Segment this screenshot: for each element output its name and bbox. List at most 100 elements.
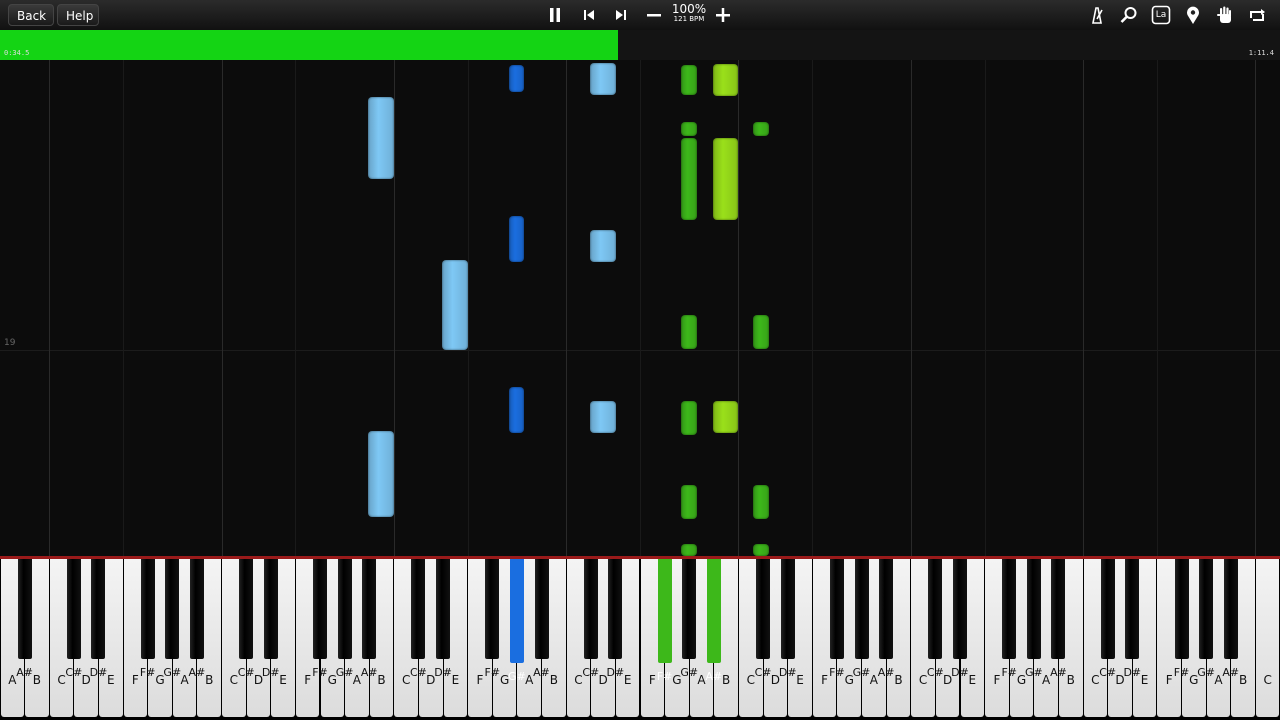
loop-icon[interactable] (1247, 5, 1267, 25)
skip-forward-icon[interactable] (612, 6, 630, 24)
black-key[interactable]: D# (607, 559, 624, 679)
song-progress-bar[interactable]: 0:34.5 1:11.4 (0, 30, 1280, 60)
black-key-pressed[interactable]: G# (508, 559, 526, 683)
black-key-label: D# (89, 666, 108, 679)
black-key[interactable]: C# (582, 559, 599, 679)
location-pin-icon[interactable] (1183, 5, 1203, 25)
black-key-label: D# (778, 666, 797, 679)
octave-guide-line (295, 60, 296, 556)
black-key-label: C# (926, 666, 944, 679)
black-key[interactable]: D# (951, 559, 969, 679)
hand-icon[interactable] (1215, 5, 1235, 25)
label-icon[interactable]: La (1151, 5, 1171, 25)
octave-guide-line (985, 60, 986, 556)
metronome-icon[interactable] (1087, 5, 1107, 25)
skip-back-icon[interactable] (580, 6, 598, 24)
measure-number: 19 (4, 338, 16, 348)
black-key[interactable]: F# (1174, 559, 1189, 679)
black-key[interactable]: C# (1099, 559, 1116, 679)
black-key[interactable]: D# (90, 559, 107, 679)
falling-note (713, 401, 738, 433)
black-key-label: A# (877, 666, 895, 679)
label-icon-text: La (1155, 10, 1167, 20)
black-key[interactable]: F# (485, 559, 500, 679)
black-key-label: G# (680, 666, 699, 679)
black-key-label: G# (852, 666, 871, 679)
black-key[interactable]: G# (1025, 559, 1043, 679)
back-button[interactable]: Back (8, 4, 54, 26)
speed-display: 100% 121 BPM (670, 3, 708, 24)
black-key-label: C# (410, 666, 427, 679)
black-key-label: C# (237, 666, 255, 679)
black-key-label: A# (1222, 666, 1240, 679)
black-key[interactable]: D# (779, 559, 797, 679)
falling-note (753, 315, 769, 349)
progress-fill (0, 30, 619, 60)
white-key-label: C (1263, 673, 1272, 687)
black-key[interactable]: G# (163, 559, 181, 679)
black-key[interactable]: G# (680, 559, 698, 679)
black-key[interactable]: A# (878, 559, 895, 679)
white-key[interactable]: C (1255, 559, 1280, 717)
octave-guide-line (222, 60, 223, 556)
falling-note (681, 401, 697, 435)
black-key[interactable]: F# (140, 559, 155, 679)
black-key[interactable]: F# (829, 559, 845, 679)
falling-note (681, 138, 697, 220)
speed-percent: 100% (671, 2, 707, 16)
black-key-label: G# (508, 670, 526, 683)
black-key[interactable]: G# (336, 559, 353, 679)
total-time: 1:11.4 (1248, 49, 1274, 57)
black-key[interactable]: F# (1001, 559, 1017, 679)
falling-note (681, 122, 697, 136)
falling-note (368, 431, 394, 517)
falling-note (753, 485, 769, 519)
black-key[interactable]: C# (755, 559, 772, 679)
black-key-label: C# (1099, 666, 1117, 679)
black-key-label: F# (484, 666, 501, 679)
octave-guide-line (911, 60, 912, 556)
black-key[interactable]: A# (189, 559, 205, 679)
falling-note (509, 65, 524, 92)
black-key[interactable]: C# (238, 559, 255, 679)
black-key-label: A# (705, 670, 723, 683)
octave-guide-line (1083, 60, 1084, 556)
black-key[interactable]: C# (927, 559, 944, 679)
black-key-label: C# (582, 666, 600, 679)
black-key-pressed[interactable]: A# (705, 559, 722, 683)
faster-plus-icon[interactable] (714, 6, 732, 24)
black-key[interactable]: G# (853, 559, 870, 679)
black-key-label: F# (829, 666, 845, 679)
falling-note (753, 544, 769, 556)
black-key[interactable]: F# (312, 559, 328, 679)
toolbar: Back Help 100% 121 BPM La (0, 0, 1280, 30)
black-key-label: D# (434, 666, 452, 679)
black-key-label: C# (65, 666, 83, 679)
falling-note (590, 401, 616, 433)
black-key[interactable]: A# (16, 559, 33, 679)
black-key[interactable]: A# (1222, 559, 1239, 679)
help-button[interactable]: Help (57, 4, 99, 26)
black-key-label: G# (1197, 666, 1216, 679)
black-key-label: A# (16, 666, 33, 679)
search-icon[interactable] (1119, 5, 1139, 25)
falling-note (713, 138, 738, 220)
black-key[interactable]: A# (533, 559, 550, 679)
black-key[interactable]: C# (65, 559, 82, 679)
black-key[interactable]: C# (410, 559, 427, 679)
black-key[interactable]: A# (1050, 559, 1067, 679)
falling-note (681, 65, 697, 95)
black-key[interactable]: A# (361, 559, 378, 679)
black-key[interactable]: G# (1197, 559, 1215, 679)
falling-note (681, 544, 697, 556)
black-key[interactable]: D# (1123, 559, 1141, 679)
black-key-label: C# (754, 666, 772, 679)
black-key[interactable]: D# (434, 559, 452, 679)
black-key-pressed[interactable]: F# (657, 559, 672, 683)
black-key-label: G# (1024, 666, 1043, 679)
black-key-label: A# (1050, 666, 1067, 679)
black-key[interactable]: D# (262, 559, 280, 679)
octave-guide-line (738, 60, 739, 556)
slower-minus-icon[interactable] (645, 6, 663, 24)
pause-icon[interactable] (546, 6, 564, 24)
